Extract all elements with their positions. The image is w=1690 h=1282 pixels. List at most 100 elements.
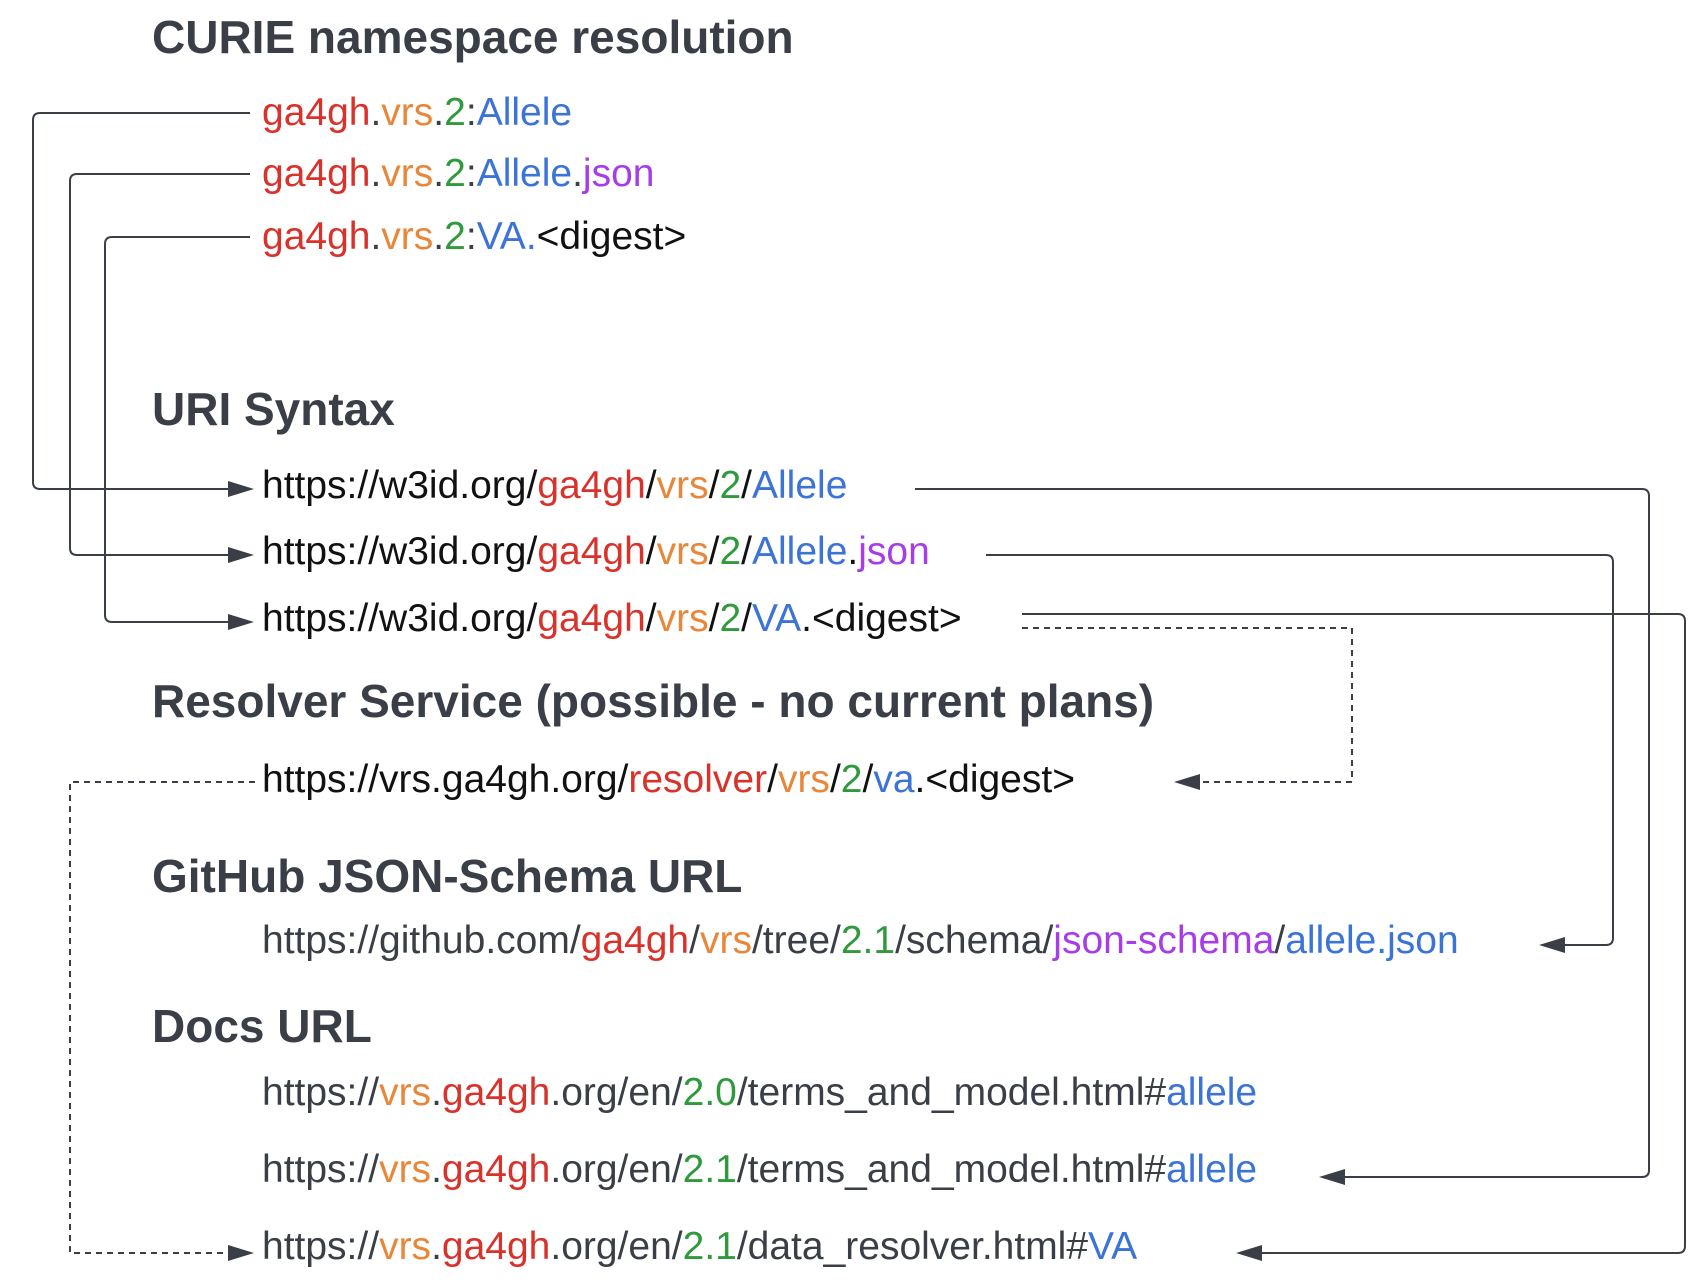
text-segment: / (708, 464, 720, 507)
text-segment: https://github.com/ (262, 919, 581, 962)
text-segment: vrs (379, 1148, 432, 1191)
uri-allele: https://w3id.org/ga4gh/vrs/2/Allele (262, 466, 847, 505)
text-segment: / (689, 919, 700, 962)
text-segment: .org/en/ (550, 1071, 683, 1114)
text-segment: 2 (840, 758, 863, 801)
text-segment: ga4gh (441, 1071, 551, 1114)
namespace-resolution-diagram: CURIE namespace resolution ga4gh.vrs.2:A… (0, 0, 1690, 1282)
docs-url-2-0-allele: https://vrs.ga4gh.org/en/2.0/terms_and_m… (262, 1073, 1257, 1112)
text-segment: 2.1 (840, 919, 896, 962)
text-segment: . (431, 1071, 442, 1114)
heading-resolver-service: Resolver Service (possible - no current … (152, 675, 1155, 727)
text-segment: . (572, 152, 583, 195)
text-segment: / (829, 758, 841, 801)
text-segment: va (873, 758, 915, 801)
text-segment: / (741, 464, 752, 507)
text-segment: /terms_and_model.html# (736, 1148, 1167, 1191)
arrowhead-uri-va (228, 614, 254, 630)
heading-github-schema: GitHub JSON-Schema URL (152, 850, 743, 902)
text-segment: vrs (656, 464, 709, 507)
text-segment: 2 (444, 91, 466, 134)
text-segment: 2 (444, 215, 466, 258)
text-segment: allele.json (1285, 919, 1459, 962)
text-segment: 2 (719, 530, 742, 573)
text-segment: json-schema (1053, 919, 1275, 962)
uri-va-digest: https://w3id.org/ga4gh/vrs/2/VA.<digest> (262, 599, 962, 638)
text-segment: / (1274, 919, 1286, 962)
text-segment: VA (1088, 1225, 1138, 1268)
text-segment: .org/en/ (550, 1148, 683, 1191)
text-segment: vrs (381, 91, 434, 134)
resolver-url: https://vrs.ga4gh.org/resolver/vrs/2/va.… (262, 760, 1075, 799)
text-segment: allele (1166, 1148, 1258, 1191)
uri-allele-json: https://w3id.org/ga4gh/vrs/2/Allele.json (262, 532, 930, 571)
text-segment: ga4gh (537, 464, 646, 507)
text-segment: / (741, 597, 752, 640)
text-segment: vrs (656, 597, 709, 640)
text-segment: VA. (476, 215, 537, 258)
text-segment: 2.1 (682, 1225, 737, 1268)
curie-allele-json: ga4gh.vrs.2:Allele.json (262, 154, 654, 193)
text-segment: /tree/ (751, 919, 841, 962)
text-segment: . (370, 215, 382, 258)
text-segment: Allele (752, 464, 848, 507)
text-segment: json (582, 152, 655, 195)
text-segment: / (767, 758, 778, 801)
text-segment: .org/en/ (550, 1225, 683, 1268)
heading-curie: CURIE namespace resolution (152, 11, 794, 63)
text-segment: 2 (719, 464, 742, 507)
text-segment: https:// (262, 1225, 380, 1268)
text-segment: . (431, 1148, 442, 1191)
text-segment: . (370, 91, 382, 134)
text-segment: . (370, 152, 382, 195)
arrowhead-docs-allele (1319, 1169, 1345, 1185)
text-segment: https://w3id.org/ (262, 597, 538, 640)
text-segment: ga4gh (537, 597, 646, 640)
text-segment: / (862, 758, 874, 801)
docs-url-2-1-va: https://vrs.ga4gh.org/en/2.1/data_resolv… (262, 1227, 1137, 1266)
text-segment: Allele (476, 91, 573, 134)
github-schema-url: https://github.com/ga4gh/vrs/tree/2.1/sc… (262, 921, 1459, 960)
text-segment: ga4gh (537, 530, 646, 573)
arrowhead-uri-allele (228, 481, 254, 497)
text-segment: https://w3id.org/ (262, 464, 538, 507)
text-segment: ga4gh (441, 1148, 551, 1191)
text-segment: vrs (381, 215, 434, 258)
text-segment: vrs (656, 530, 709, 573)
text-segment: ga4gh (262, 215, 371, 258)
text-segment: / (708, 597, 720, 640)
text-segment: : (465, 91, 477, 134)
text-segment: /data_resolver.html# (736, 1225, 1089, 1268)
text-segment: vrs (699, 919, 752, 962)
text-segment: vrs (777, 758, 830, 801)
text-segment: vrs (379, 1071, 432, 1114)
text-segment: . (433, 152, 445, 195)
text-segment: resolver (628, 758, 768, 801)
text-segment: / (645, 530, 657, 573)
text-segment: . (433, 215, 445, 258)
text-segment: .<digest> (914, 758, 1075, 801)
text-segment: : (465, 215, 477, 258)
text-segment: . (433, 91, 445, 134)
text-segment: ga4gh (441, 1225, 551, 1268)
text-segment: . (847, 530, 859, 573)
text-segment: . (431, 1225, 442, 1268)
text-segment: : (465, 152, 477, 195)
curie-allele: ga4gh.vrs.2:Allele (262, 93, 572, 132)
heading-uri-syntax: URI Syntax (152, 383, 395, 435)
arrowhead-uri-allele-json (228, 547, 254, 563)
text-segment: / (708, 530, 720, 573)
arrowhead-github-schema (1539, 937, 1565, 953)
heading-docs-url: Docs URL (152, 1000, 372, 1052)
text-segment: https://vrs.ga4gh.org/ (262, 758, 629, 801)
docs-url-2-1-allele: https://vrs.ga4gh.org/en/2.1/terms_and_m… (262, 1150, 1257, 1189)
text-segment: ga4gh (580, 919, 690, 962)
text-segment: https:// (262, 1071, 380, 1114)
text-segment: / (645, 464, 657, 507)
text-segment: vrs (379, 1225, 432, 1268)
text-segment: <digest> (536, 215, 687, 258)
curie-va-digest: ga4gh.vrs.2:VA.<digest> (262, 217, 686, 256)
text-segment: Allele (752, 530, 848, 573)
text-segment: /terms_and_model.html# (736, 1071, 1167, 1114)
text-segment: / (741, 530, 752, 573)
